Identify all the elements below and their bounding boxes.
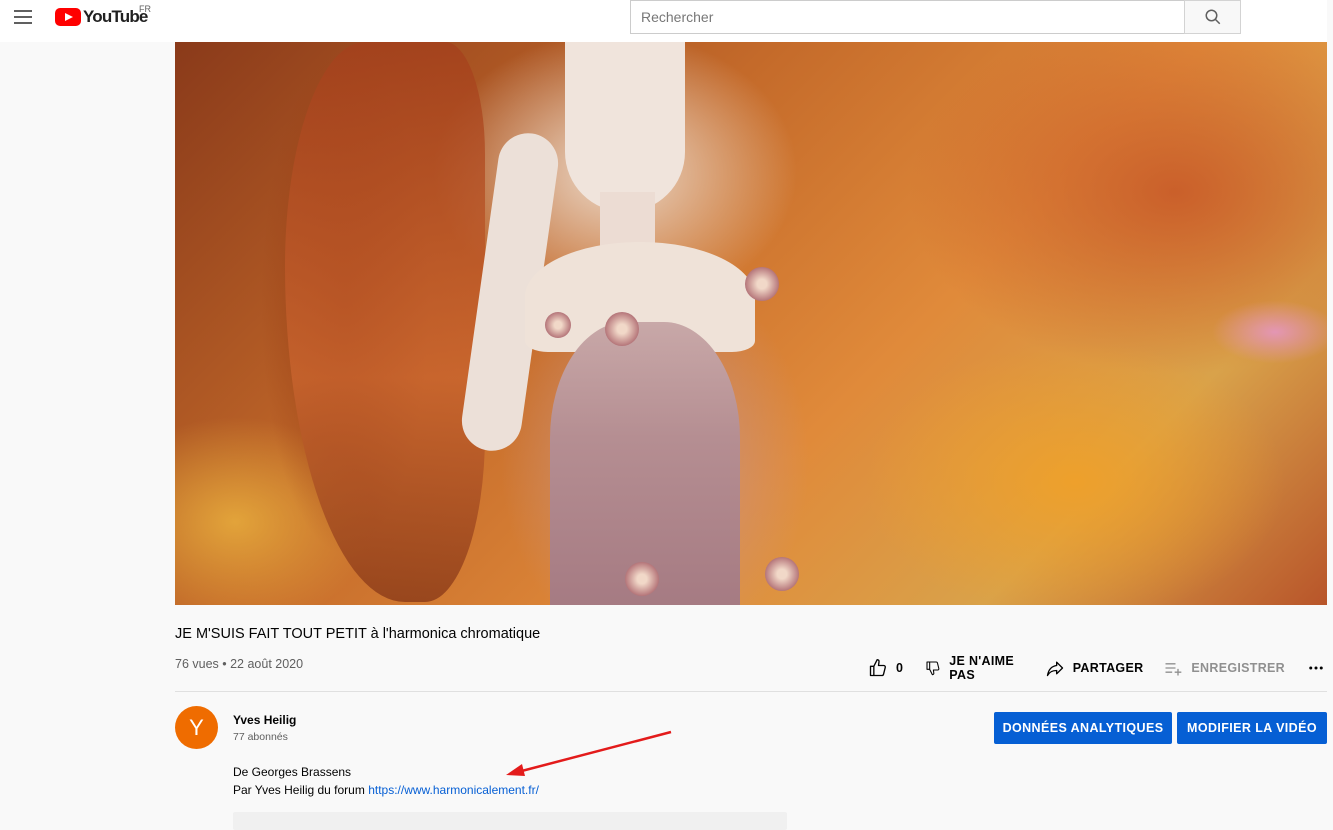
description-prefix: Par Yves Heilig du forum bbox=[233, 783, 365, 797]
edit-video-button[interactable]: MODIFIER LA VIDÉO bbox=[1177, 712, 1327, 744]
playlist-add-icon bbox=[1165, 663, 1182, 676]
description-line-1: De Georges Brassens bbox=[233, 765, 352, 779]
divider bbox=[175, 691, 1327, 692]
thumbs-up-icon bbox=[869, 659, 886, 677]
annotation-arrow-icon bbox=[506, 730, 672, 776]
page: { "masthead": { "logo_text": "YouTube", … bbox=[0, 0, 1333, 830]
thumbnail-hair bbox=[285, 42, 485, 602]
analytics-button[interactable]: DONNÉES ANALYTIQUES bbox=[994, 712, 1172, 744]
save-label: ENREGISTRER bbox=[1191, 661, 1285, 675]
like-button[interactable]: 0 bbox=[868, 658, 903, 678]
search-input[interactable] bbox=[641, 9, 1184, 25]
description-line-2: Par Yves Heilig du forum https://www.har… bbox=[233, 781, 539, 799]
logo-text: YouTube bbox=[83, 7, 148, 26]
search-box bbox=[630, 0, 1185, 34]
thumbnail-doll bbox=[458, 42, 805, 605]
youtube-logo[interactable]: YouTube bbox=[55, 7, 148, 27]
video-title: JE M'SUIS FAIT TOUT PETIT à l'harmonica … bbox=[175, 626, 541, 642]
masthead-center bbox=[175, 0, 1327, 42]
dislike-label: JE N'AIME PAS bbox=[949, 654, 1014, 682]
more-actions-button[interactable] bbox=[1307, 659, 1333, 677]
video-description: De Georges Brassens Par Yves Heilig du f… bbox=[233, 763, 539, 799]
video-view-count-date: 76 vues • 22 août 2020 bbox=[175, 657, 304, 671]
share-label: PARTAGER bbox=[1072, 661, 1144, 675]
description-extra-box bbox=[233, 812, 787, 830]
country-code: FR bbox=[139, 4, 151, 14]
like-count: 0 bbox=[896, 661, 904, 675]
subscriber-count: 77 abonnés bbox=[233, 731, 288, 743]
youtube-play-icon bbox=[55, 8, 81, 26]
thumbs-down-icon bbox=[926, 661, 940, 676]
share-arrow-icon bbox=[1046, 661, 1063, 677]
more-horizontal-icon bbox=[1309, 666, 1323, 670]
search-button[interactable] bbox=[1184, 0, 1241, 34]
search-icon bbox=[1205, 9, 1220, 25]
dislike-button[interactable]: JE N'AIME PAS bbox=[925, 654, 1024, 682]
masthead-start: YouTube FR bbox=[0, 0, 175, 42]
save-button[interactable]: ENREGISTRER bbox=[1163, 658, 1285, 678]
description-link[interactable]: https://www.harmonicalement.fr/ bbox=[368, 783, 539, 797]
hamburger-menu-icon[interactable] bbox=[14, 9, 32, 25]
video-player[interactable] bbox=[175, 42, 1327, 605]
channel-avatar[interactable]: Y bbox=[175, 706, 218, 749]
share-button[interactable]: PARTAGER bbox=[1045, 658, 1144, 678]
channel-name[interactable]: Yves Heilig bbox=[233, 713, 296, 727]
video-actions: 0 JE N'AIME PAS PARTAGER ENREGISTRER bbox=[860, 654, 1333, 682]
